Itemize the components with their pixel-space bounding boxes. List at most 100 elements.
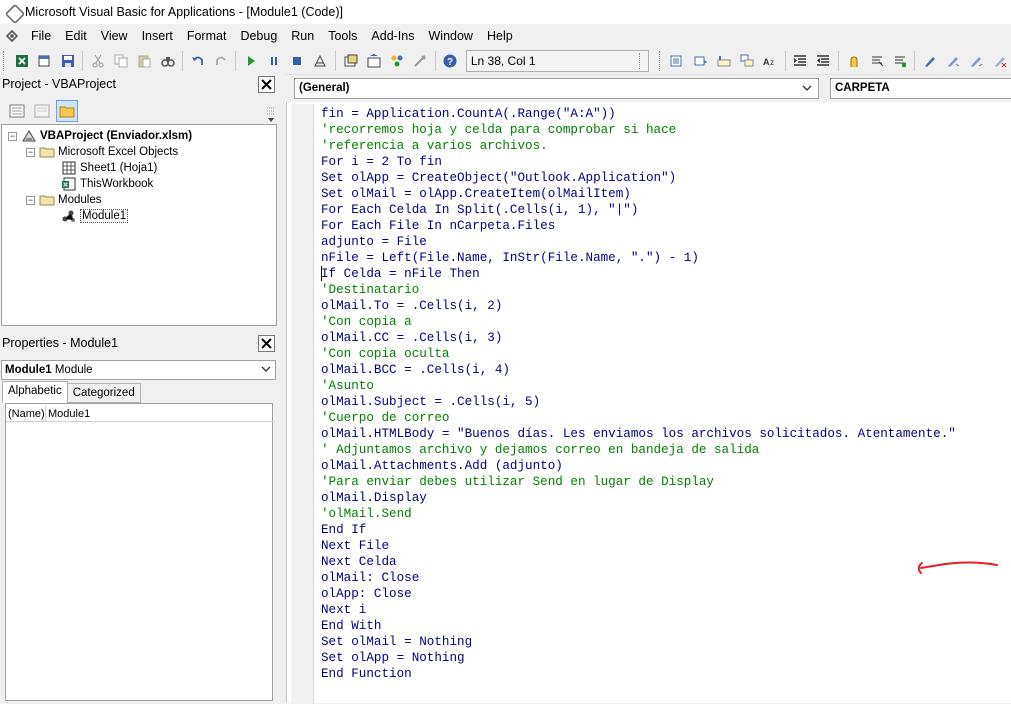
code-line[interactable]: For i = 2 To fin bbox=[321, 154, 956, 170]
code-line[interactable]: End With bbox=[321, 618, 956, 634]
run-icon[interactable] bbox=[240, 50, 261, 72]
code-line[interactable]: For Each File In nCarpeta.Files bbox=[321, 218, 956, 234]
menu-add-ins[interactable]: Add-Ins bbox=[368, 27, 417, 45]
properties-object-select[interactable]: Module1 Module bbox=[1, 360, 276, 380]
tab-alphabetic[interactable]: Alphabetic bbox=[2, 381, 68, 403]
view-object-button[interactable] bbox=[31, 100, 53, 122]
tree-item-excel-objects[interactable]: − Microsoft Excel Objects bbox=[26, 144, 178, 160]
list-constants-icon[interactable] bbox=[690, 50, 711, 72]
menu-debug[interactable]: Debug bbox=[237, 27, 280, 45]
code-line[interactable]: Set olMail = olApp.CreateItem(olMailItem… bbox=[321, 186, 956, 202]
code-line[interactable]: Next Celda bbox=[321, 554, 956, 570]
pause-icon[interactable] bbox=[264, 50, 285, 72]
project-explorer-icon[interactable] bbox=[340, 50, 361, 72]
tree-item-vbaproject[interactable]: − VBAProject (Enviador.xlsm) bbox=[8, 128, 192, 144]
object-browser-icon[interactable] bbox=[386, 50, 407, 72]
menu-file[interactable]: File bbox=[28, 27, 54, 45]
redo-icon[interactable] bbox=[210, 50, 231, 72]
code-line[interactable]: 'Asunto bbox=[321, 378, 956, 394]
collapse-icon[interactable]: − bbox=[8, 131, 17, 141]
indent-icon[interactable] bbox=[790, 50, 811, 72]
code-line[interactable]: olMail: Close bbox=[321, 570, 956, 586]
tree-item-thisworkbook[interactable]: ThisWorkbook bbox=[61, 176, 153, 192]
list-properties-icon[interactable] bbox=[667, 50, 688, 72]
quick-info-icon[interactable] bbox=[713, 50, 734, 72]
design-mode-icon[interactable] bbox=[310, 50, 331, 72]
code-line[interactable]: olMail.HTMLBody = "Buenos días. Les envi… bbox=[321, 426, 956, 442]
cut-icon[interactable] bbox=[87, 50, 108, 72]
toggle-bookmark-icon[interactable] bbox=[919, 50, 940, 72]
insert-userform-icon[interactable] bbox=[34, 50, 55, 72]
property-row[interactable]: (Name) Module1 bbox=[6, 406, 274, 422]
help-icon[interactable]: ? bbox=[440, 50, 461, 72]
code-line[interactable]: olMail.CC = .Cells(i, 3) bbox=[321, 330, 956, 346]
tree-item-modules[interactable]: − Modules bbox=[26, 192, 101, 208]
code-line[interactable]: For Each Celda In Split(.Cells(i, 1), "|… bbox=[321, 202, 956, 218]
undo-icon[interactable] bbox=[187, 50, 208, 72]
code-line[interactable]: End If bbox=[321, 522, 956, 538]
code-line[interactable]: fin = Application.CountA(.Range("A:A")) bbox=[321, 106, 956, 122]
code-line[interactable]: olApp: Close bbox=[321, 586, 956, 602]
parameter-info-icon[interactable] bbox=[736, 50, 757, 72]
code-line[interactable]: Next File bbox=[321, 538, 956, 554]
code-line[interactable]: 'Con copia a bbox=[321, 314, 956, 330]
code-line[interactable]: 'recorremos hoja y celda para comprobar … bbox=[321, 122, 956, 138]
tab-categorized[interactable]: Categorized bbox=[66, 383, 141, 403]
view-code-button[interactable] bbox=[6, 100, 28, 122]
clear-bookmarks-icon[interactable] bbox=[989, 50, 1010, 72]
code-line[interactable]: ' Adjuntamos archivo y dejamos correo en… bbox=[321, 442, 956, 458]
object-combo[interactable]: (General) bbox=[294, 78, 819, 99]
code-line[interactable]: olMail.Attachments.Add (adjunto) bbox=[321, 458, 956, 474]
paste-icon[interactable] bbox=[134, 50, 155, 72]
code-line[interactable]: 'Destinatario bbox=[321, 282, 956, 298]
code-line[interactable]: Set olApp = Nothing bbox=[321, 650, 956, 666]
menu-format[interactable]: Format bbox=[184, 27, 230, 45]
code-editor[interactable]: fin = Application.CountA(.Range("A:A")) '… bbox=[286, 102, 1011, 704]
find-icon[interactable] bbox=[157, 50, 178, 72]
toggle-folders-button[interactable] bbox=[56, 99, 78, 122]
menu-run[interactable]: Run bbox=[288, 27, 317, 45]
code-line[interactable]: Set olMail = Nothing bbox=[321, 634, 956, 650]
code-line[interactable]: olMail.BCC = .Cells(i, 4) bbox=[321, 362, 956, 378]
code-line[interactable]: olMail.Subject = .Cells(i, 5) bbox=[321, 394, 956, 410]
properties-close-button[interactable] bbox=[258, 335, 275, 352]
code-line[interactable]: 'olMail.Send bbox=[321, 506, 956, 522]
toolbar-grip[interactable] bbox=[658, 50, 662, 71]
vba-menu-icon[interactable] bbox=[4, 28, 20, 44]
property-value[interactable]: Module1 bbox=[46, 406, 90, 421]
code-line[interactable]: 'Con copia oculta bbox=[321, 346, 956, 362]
code-line[interactable]: 'Para enviar debes utilizar Send en luga… bbox=[321, 474, 956, 490]
code-line[interactable]: 'Cuerpo de correo bbox=[321, 410, 956, 426]
procedure-combo[interactable]: CARPETA bbox=[830, 78, 1011, 99]
menu-insert[interactable]: Insert bbox=[139, 27, 176, 45]
code-line[interactable]: adjunto = File bbox=[321, 234, 956, 250]
copy-icon[interactable] bbox=[111, 50, 132, 72]
toolbar-grip[interactable] bbox=[3, 50, 6, 71]
collapse-icon[interactable]: − bbox=[26, 195, 35, 205]
excel-icon[interactable] bbox=[11, 50, 32, 72]
toggle-breakpoint-icon[interactable] bbox=[843, 50, 864, 72]
menu-tools[interactable]: Tools bbox=[325, 27, 360, 45]
previous-bookmark-icon[interactable] bbox=[966, 50, 987, 72]
code-line[interactable]: Next i bbox=[321, 602, 956, 618]
tree-item-sheet1[interactable]: Sheet1 (Hoja1) bbox=[61, 160, 157, 176]
indicator-margin[interactable] bbox=[291, 104, 314, 704]
menu-view[interactable]: View bbox=[98, 27, 131, 45]
code-line[interactable]: olMail.Display bbox=[321, 490, 956, 506]
menu-help[interactable]: Help bbox=[484, 27, 516, 45]
menu-window[interactable]: Window bbox=[426, 27, 476, 45]
outdent-icon[interactable] bbox=[813, 50, 834, 72]
properties-icon[interactable] bbox=[363, 50, 384, 72]
collapse-icon[interactable]: − bbox=[26, 147, 35, 157]
project-scroll-handle[interactable] bbox=[265, 98, 277, 124]
menu-edit[interactable]: Edit bbox=[62, 27, 90, 45]
code-line[interactable]: nFile = Left(File.Name, InStr(File.Name,… bbox=[321, 250, 956, 266]
comment-block-icon[interactable] bbox=[866, 50, 887, 72]
code-line[interactable]: Set olApp = CreateObject("Outlook.Applic… bbox=[321, 170, 956, 186]
complete-word-icon[interactable]: Az bbox=[760, 50, 781, 72]
uncomment-block-icon[interactable] bbox=[889, 50, 910, 72]
next-bookmark-icon[interactable] bbox=[943, 50, 964, 72]
toolbox-icon[interactable] bbox=[410, 50, 431, 72]
code-line[interactable]: End Function bbox=[321, 666, 956, 682]
save-icon[interactable] bbox=[57, 50, 78, 72]
